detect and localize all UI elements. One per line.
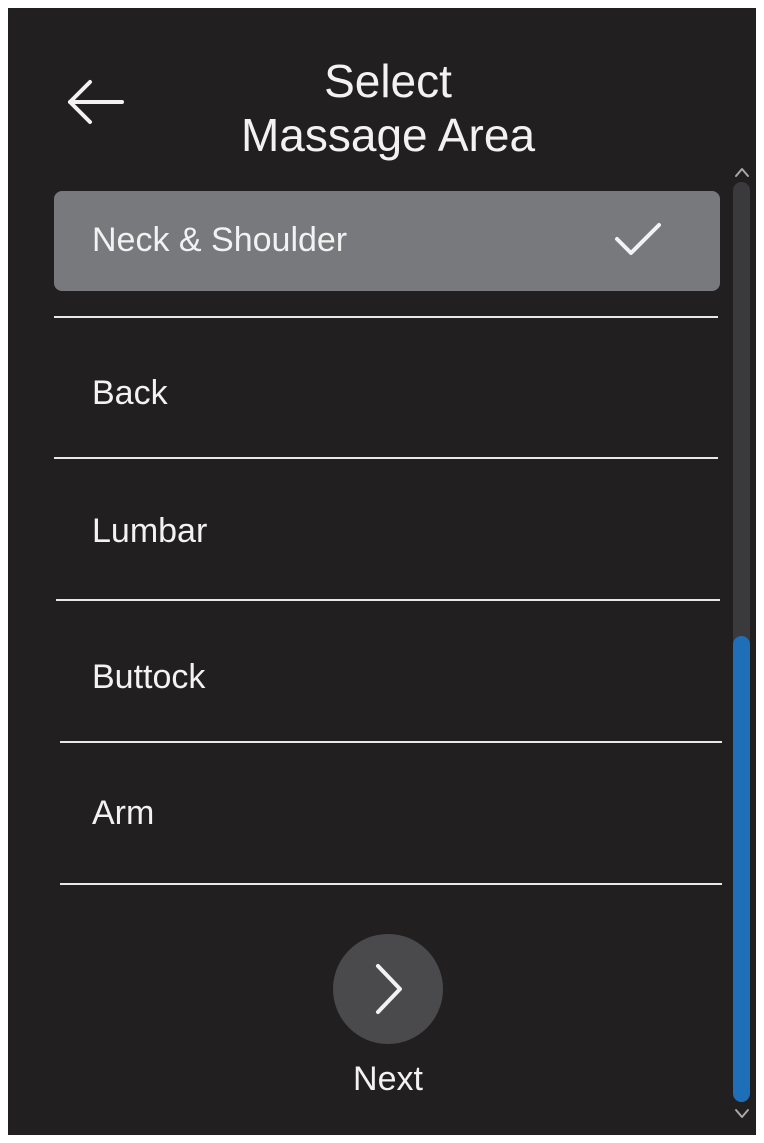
area-item-back[interactable]: Back	[54, 328, 720, 456]
list-divider	[60, 883, 722, 885]
checkmark-icon	[615, 223, 661, 255]
area-item-lumbar[interactable]: Lumbar	[54, 468, 720, 598]
area-item-label: Buttock	[92, 658, 206, 696]
area-item-neck-shoulder[interactable]: Neck & Shoulder	[54, 191, 720, 291]
next-button[interactable]	[333, 934, 443, 1044]
massage-area-screen: Select Massage Area Neck & Shoulder Back…	[8, 8, 756, 1135]
scrollbar-thumb[interactable]	[733, 636, 750, 1102]
list-divider	[56, 599, 720, 601]
list-divider	[60, 741, 722, 743]
list-divider	[54, 457, 718, 459]
area-item-label: Back	[92, 374, 168, 412]
area-item-arm[interactable]: Arm	[54, 752, 720, 882]
scroll-down-icon[interactable]	[732, 1108, 752, 1120]
list-divider	[54, 316, 718, 318]
scroll-up-icon[interactable]	[732, 166, 752, 178]
area-item-buttock[interactable]: Buttock	[54, 610, 720, 740]
area-item-label: Lumbar	[92, 512, 208, 550]
chevron-right-icon	[376, 964, 402, 1014]
area-item-label: Arm	[92, 794, 155, 832]
next-label: Next	[353, 1060, 423, 1098]
area-item-label: Neck & Shoulder	[92, 221, 348, 259]
